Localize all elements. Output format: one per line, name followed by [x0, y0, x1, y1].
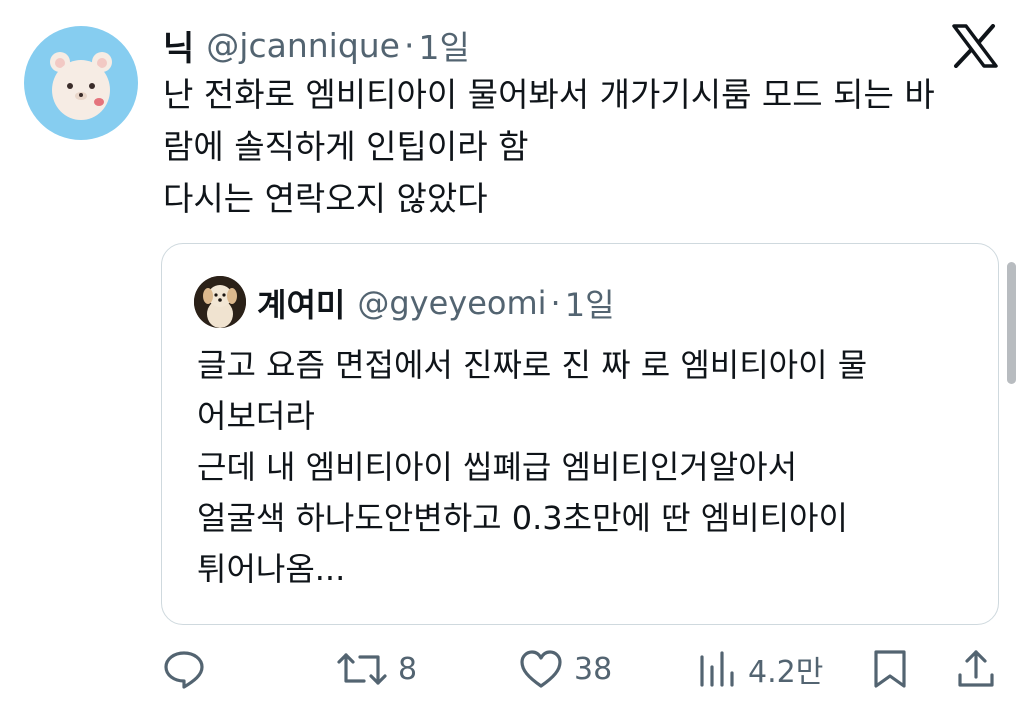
quoted-text-line: 얼굴색 하나도안변하고 0.3초만에 딴 엠비티아이 [197, 499, 848, 537]
tweet-time[interactable]: 1일 [418, 21, 469, 69]
heart-icon [520, 650, 562, 688]
author-name[interactable]: 닉 [163, 21, 194, 70]
bear-avatar-icon [50, 52, 112, 120]
retweet-button[interactable]: 8 [336, 634, 417, 704]
quoted-text-line: 근데 내 엠비티아이 씹폐급 엠비티인거알아서 [197, 448, 798, 486]
share-button[interactable] [955, 634, 997, 704]
quoted-text-line: 글고 요즘 면접에서 진짜로 진 짜 로 엠비티아이 물 [197, 346, 868, 384]
author-avatar[interactable] [24, 26, 138, 140]
bookmark-button[interactable] [870, 634, 910, 704]
like-button[interactable]: 38 [518, 634, 612, 704]
reply-button[interactable] [162, 634, 206, 704]
views-icon [700, 651, 734, 687]
retweet-count: 8 [398, 651, 418, 687]
quoted-text-line: 튀어나옴... [197, 550, 346, 588]
quoted-author-handle[interactable]: @gyeyeomi [357, 284, 546, 322]
tweet-text-line: 난 전화로 엠비티아이 물어봐서 개가기시룸 모드 되는 바 [163, 75, 935, 114]
x-logo-icon [952, 24, 998, 68]
reply-icon [164, 651, 204, 689]
retweet-icon [337, 653, 387, 685]
views-button[interactable]: 4.2만 [694, 634, 823, 704]
action-bar: 8 38 4.2만 [0, 634, 1024, 704]
share-icon [958, 650, 994, 687]
author-handle[interactable]: @jcannique [206, 26, 400, 65]
like-count: 38 [574, 651, 613, 687]
tweet-text-line: 다시는 연락오지 않았다 [163, 179, 488, 218]
tweet-header: 닉 @jcannique · 1일 [163, 20, 470, 70]
quoted-text-line: 어보더라 [197, 397, 315, 435]
quoted-tweet-card[interactable]: 계여미 @gyeyeomi · 1일 글고 요즘 면접에서 진짜로 진 짜 로 … [161, 243, 999, 625]
separator-dot: · [550, 284, 561, 322]
quoted-tweet-time[interactable]: 1일 [565, 280, 615, 326]
tweet-text: 난 전화로 엠비티아이 물어봐서 개가기시룸 모드 되는 바 람에 솔직하게 인… [163, 69, 1013, 225]
views-count: 4.2만 [748, 655, 824, 690]
tweet-text-line: 람에 솔직하게 인팁이라 함 [163, 127, 529, 166]
scrollbar-thumb[interactable] [1007, 262, 1016, 384]
quoted-author-avatar[interactable] [194, 276, 246, 328]
separator-dot: · [403, 25, 415, 65]
bookmark-icon [874, 650, 906, 688]
quoted-author-name[interactable]: 계여미 [257, 280, 345, 326]
quoted-tweet-header: 계여미 @gyeyeomi · 1일 [257, 277, 615, 329]
quoted-tweet-text: 글고 요즘 면접에서 진짜로 진 짜 로 엠비티아이 물 어보더라 근데 내 엠… [197, 340, 977, 595]
puppy-avatar-icon [194, 276, 246, 328]
